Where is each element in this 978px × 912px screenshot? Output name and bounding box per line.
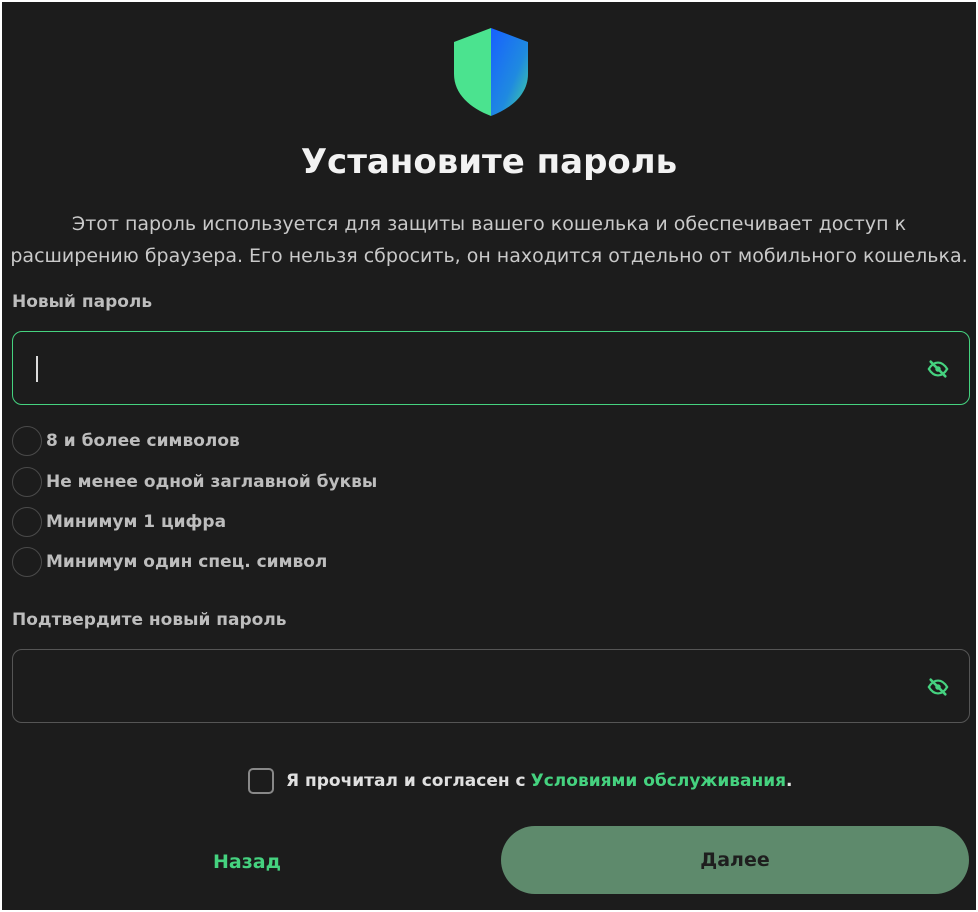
eye-slash-icon[interactable] (927, 358, 949, 380)
new-password-input[interactable] (33, 348, 913, 388)
requirement-status-icon (12, 507, 42, 537)
page-title: Установите пароль (300, 142, 678, 182)
set-password-screen: Установите пароль Этот пароль использует… (2, 2, 976, 910)
confirm-password-input[interactable] (33, 666, 913, 706)
terms-suffix: . (786, 771, 793, 791)
next-button[interactable]: Далее (501, 826, 969, 894)
shield-logo-icon (454, 28, 528, 116)
requirement-uppercase: Не менее одной заглавной буквы (12, 467, 377, 497)
terms-of-service-link[interactable]: Условиями обслуживания (531, 771, 786, 791)
confirm-password-field[interactable] (12, 649, 970, 723)
requirement-special-char: Минимум один спец. символ (12, 547, 327, 577)
requirement-min-length: 8 и более символов (12, 426, 240, 456)
requirement-text: 8 и более символов (46, 431, 240, 451)
requirement-text: Не менее одной заглавной буквы (46, 472, 378, 492)
confirm-password-label: Подтвердите новый пароль (12, 610, 287, 630)
requirement-status-icon (12, 426, 42, 456)
new-password-label: Новый пароль (12, 292, 153, 312)
back-button[interactable]: Назад (192, 842, 302, 882)
text-caret (36, 356, 38, 382)
new-password-field[interactable] (12, 331, 970, 405)
requirement-status-icon (12, 467, 42, 497)
terms-checkbox[interactable] (248, 768, 274, 794)
terms-text: Я прочитал и согласен с (286, 771, 526, 791)
requirement-text: Минимум один спец. символ (46, 552, 328, 572)
requirement-status-icon (12, 547, 42, 577)
page-description: Этот пароль используется для защиты ваше… (10, 213, 968, 267)
requirement-text: Минимум 1 цифра (46, 512, 227, 532)
requirement-digit: Минимум 1 цифра (12, 507, 226, 537)
eye-slash-icon[interactable] (927, 676, 949, 698)
terms-agreement: Я прочитал и согласен с Условиями обслуж… (248, 768, 793, 794)
